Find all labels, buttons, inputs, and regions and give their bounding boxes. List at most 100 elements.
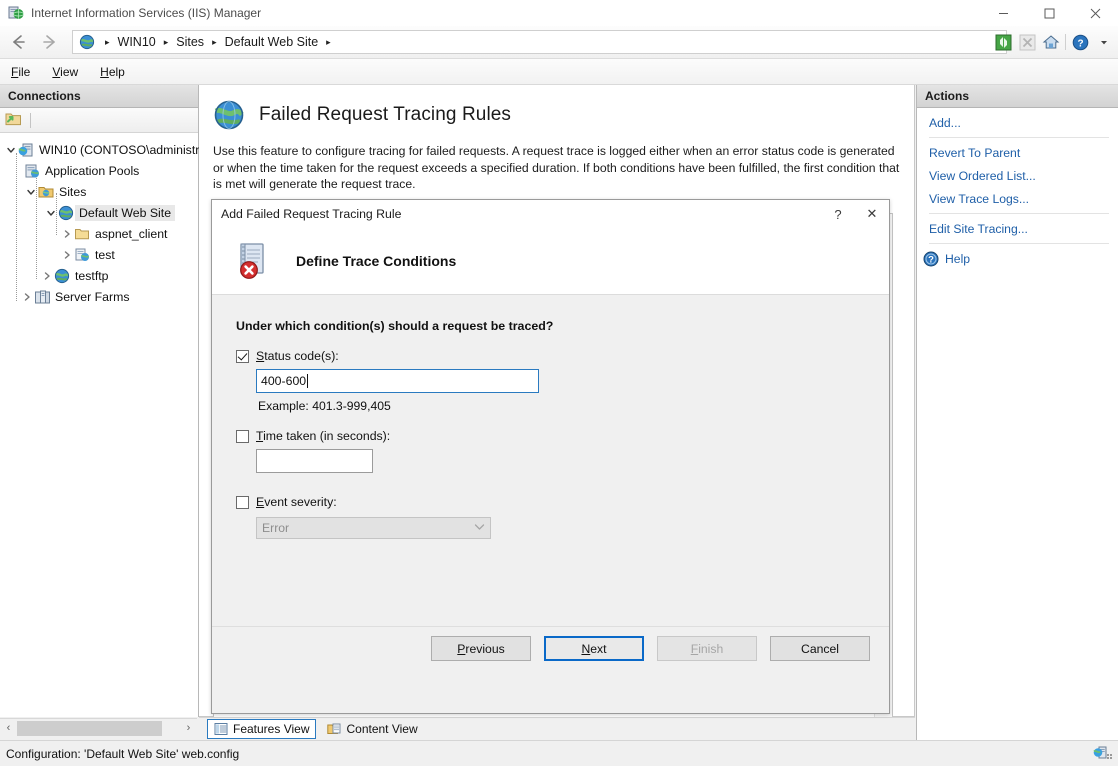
action-edit-site-tracing[interactable]: Edit Site Tracing... [917,217,1118,240]
back-button[interactable] [4,30,34,54]
tree-item-sites[interactable]: Sites [0,181,198,202]
expander-collapsed-icon[interactable] [40,271,54,281]
tab-features-view[interactable]: Features View [207,719,317,739]
action-add[interactable]: Add... [917,111,1118,134]
tree-item-server-farms[interactable]: Server Farms [0,286,198,307]
close-button[interactable] [1072,0,1118,26]
refresh-icon[interactable] [993,32,1013,52]
breadcrumb-item-win10[interactable]: WIN10 [116,35,158,49]
help-icon: ? [923,251,939,267]
action-label: Help [945,251,971,266]
cancel-label: Cancel [801,641,839,656]
expander-expanded-icon[interactable] [4,145,18,155]
tree-item-test[interactable]: test [0,244,198,265]
expander-collapsed-icon[interactable] [20,292,34,302]
time-taken-checkbox[interactable] [236,429,249,443]
connections-hscrollbar[interactable]: ‹ › [0,718,197,737]
dialog-banner-title: Define Trace Conditions [296,253,457,269]
expander-collapsed-icon[interactable] [60,229,74,239]
status-codes-hint: Example: 401.3-999,405 [258,399,391,413]
breadcrumb-item-sites[interactable]: Sites [174,35,206,49]
breadcrumb-sep-1: ▸ [163,36,169,47]
app-pools-icon [24,163,40,179]
iis-manager-icon [8,5,24,21]
menu-file[interactable]: File [0,62,41,82]
dialog-body: Under which condition(s) should a reques… [212,295,889,670]
action-label: View Ordered List... [929,168,1036,183]
tree-item-label: Application Pools [45,163,140,178]
scroll-right-icon[interactable]: › [180,720,197,737]
page-title: Failed Request Tracing Rules [259,104,512,125]
action-revert-to-parent[interactable]: Revert To Parent [917,141,1118,164]
scroll-left-icon[interactable]: ‹ [0,720,17,737]
hscroll-track[interactable] [17,719,180,737]
minimize-button[interactable] [980,0,1026,26]
tree-item-testftp[interactable]: testftp [0,265,198,286]
connections-header: Connections [0,85,198,108]
dialog-close-button[interactable]: ✕ [855,200,889,228]
connections-pane: Connections WIN10 (CONTOSO\administra Ap… [0,85,206,717]
tree-item-label: Sites [59,184,87,199]
expander-collapsed-icon[interactable] [60,250,74,260]
hscroll-thumb[interactable] [17,720,162,736]
expander-expanded-icon[interactable] [24,187,38,197]
svg-text:?: ? [928,254,934,265]
dialog-help-button[interactable]: ? [821,200,855,228]
connections-tree: WIN10 (CONTOSO\administra Application Po… [0,133,206,307]
action-view-trace-logs[interactable]: View Trace Logs... [917,187,1118,210]
tree-item-aspnet-client[interactable]: aspnet_client [0,223,198,244]
action-view-ordered-list[interactable]: View Ordered List... [917,164,1118,187]
feature-description: Use this feature to configure tracing fo… [213,144,900,191]
dropdown-arrow-icon[interactable] [1094,32,1114,52]
status-codes-label: Status code(s): [256,349,339,363]
cancel-button[interactable]: Cancel [770,636,870,661]
event-severity-label: Event severity: [256,495,337,509]
menu-help[interactable]: Help [89,62,136,82]
status-codes-checkbox[interactable] [236,349,249,363]
dialog-footer: Previous Next Finish Cancel [212,626,889,670]
action-label: Add... [929,115,961,130]
title-bar: Internet Information Services (IIS) Mana… [0,0,1118,26]
tree-item-default-web-site[interactable]: Default Web Site [0,202,198,223]
server-status-icon [1092,745,1112,763]
connect-to-server-icon[interactable] [5,111,22,130]
svg-text:?: ? [1077,38,1083,49]
tree-item-win10[interactable]: WIN10 (CONTOSO\administra [0,139,206,160]
expander-expanded-icon[interactable] [44,208,58,218]
address-bar[interactable]: ▸ WIN10 ▸ Sites ▸ Default Web Site ▸ [72,30,1007,54]
website-globe-icon [54,268,70,284]
previous-button[interactable]: Previous [431,636,531,661]
view-tabs-bar: Features View Content View [199,717,915,740]
sites-folder-icon [38,184,54,200]
breadcrumb-sep-3: ▸ [326,36,331,47]
server-icon [18,142,34,158]
conditions-question: Under which condition(s) should a reques… [236,319,554,333]
actions-list: Add... Revert To Parent View Ordered Lis… [917,108,1118,270]
tree-item-application-pools[interactable]: Application Pools [0,160,198,181]
chevron-down-icon [474,523,485,533]
failed-request-tracing-icon [213,99,245,131]
action-help[interactable]: ? Help [917,247,1118,270]
maximize-button[interactable] [1026,0,1072,26]
website-globe-icon [58,205,74,221]
time-taken-label: Time taken (in seconds): [256,429,391,443]
help-icon[interactable]: ? [1070,32,1090,52]
tree-item-label: aspnet_client [95,226,168,241]
toolbar-separator [30,112,31,128]
home-icon[interactable] [1041,32,1061,52]
action-label: View Trace Logs... [929,191,1030,206]
time-taken-input[interactable] [256,449,373,473]
server-farms-icon [34,289,50,305]
event-severity-checkbox[interactable] [236,495,249,509]
status-codes-input[interactable]: 400-600 [256,369,539,393]
tab-content-view[interactable]: Content View [320,719,424,739]
next-button[interactable]: Next [544,636,644,661]
navigation-bar: ▸ WIN10 ▸ Sites ▸ Default Web Site ▸ ? [0,26,1118,59]
tree-item-label: Default Web Site [75,204,176,221]
content-view-icon [327,722,341,736]
menu-view[interactable]: View [41,62,89,82]
breadcrumb-item-default-web-site[interactable]: Default Web Site [223,35,321,49]
features-view-icon [214,722,228,736]
forward-button[interactable] [34,30,64,54]
tab-label: Features View [233,722,310,736]
